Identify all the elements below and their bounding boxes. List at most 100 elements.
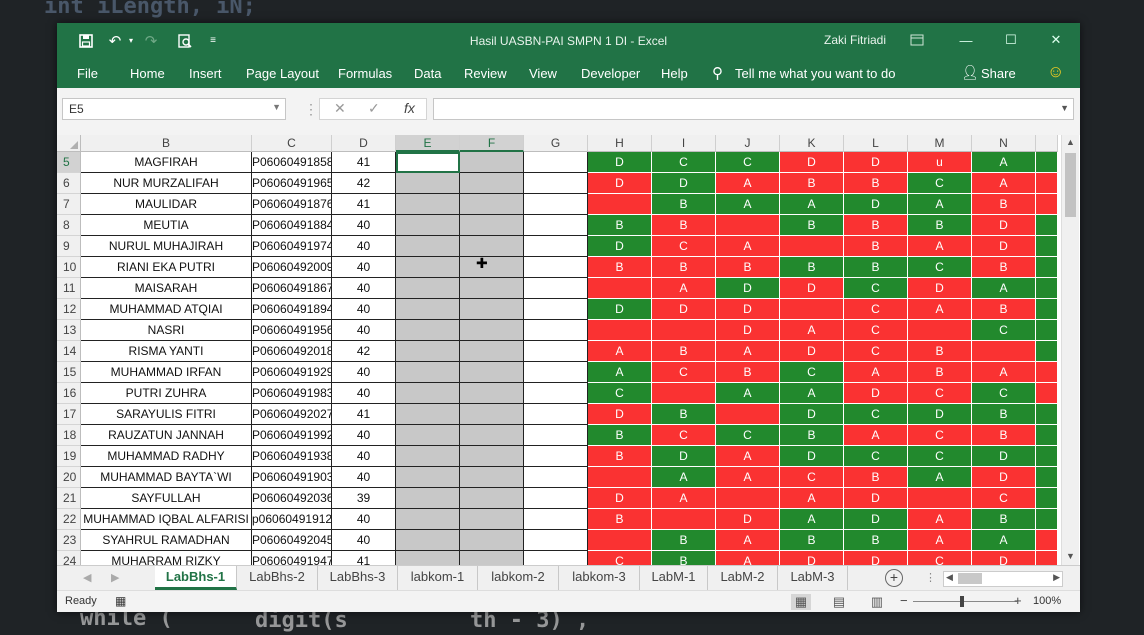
student-name-cell[interactable]: MUHAMMAD BAYTA`WI [81, 467, 252, 488]
answer-cell[interactable]: D [588, 488, 652, 509]
answer-cell[interactable]: B [844, 236, 908, 257]
answer-cell[interactable]: A [716, 530, 780, 551]
row-header[interactable]: 15 [57, 362, 81, 383]
answer-cell[interactable] [716, 215, 780, 236]
answer-cell[interactable]: D [972, 215, 1036, 236]
answer-cell[interactable] [1036, 320, 1058, 341]
column-header[interactable]: K [780, 135, 844, 152]
answer-cell[interactable] [588, 194, 652, 215]
empty-cell[interactable] [460, 215, 524, 236]
student-id-cell[interactable]: P06060491956 [252, 320, 332, 341]
row-header[interactable]: 20 [57, 467, 81, 488]
answer-cell[interactable]: B [716, 257, 780, 278]
answer-cell[interactable]: D [780, 278, 844, 299]
student-id-cell[interactable]: P06060492018 [252, 341, 332, 362]
answer-cell[interactable] [1036, 341, 1058, 362]
answer-cell[interactable]: C [908, 425, 972, 446]
empty-cell[interactable] [396, 530, 460, 551]
column-header[interactable]: B [81, 135, 252, 152]
expand-formula-icon[interactable]: ▼ [1060, 103, 1069, 113]
score-cell[interactable]: 39 [332, 488, 396, 509]
row-header[interactable]: 16 [57, 383, 81, 404]
answer-cell[interactable]: B [972, 299, 1036, 320]
tab-file[interactable]: File [77, 66, 98, 81]
student-name-cell[interactable]: MUHAMMAD IQBAL ALFARISI [81, 509, 252, 530]
scroll-down-icon[interactable]: ▼ [1066, 551, 1075, 561]
scroll-left-icon[interactable]: ◀ [946, 572, 953, 583]
sheet-tab[interactable]: labkom-3 [559, 566, 640, 590]
answer-cell[interactable]: C [652, 236, 716, 257]
row-header[interactable]: 22 [57, 509, 81, 530]
score-cell[interactable]: 40 [332, 320, 396, 341]
answer-cell[interactable]: C [716, 152, 780, 173]
row-header[interactable]: 5 [57, 152, 81, 173]
answer-cell[interactable]: B [588, 509, 652, 530]
answer-cell[interactable] [1036, 215, 1058, 236]
score-cell[interactable]: 40 [332, 467, 396, 488]
answer-cell[interactable]: D [908, 278, 972, 299]
answer-cell[interactable]: D [588, 152, 652, 173]
normal-view-icon[interactable]: ▦ [791, 594, 811, 610]
student-name-cell[interactable]: MAISARAH [81, 278, 252, 299]
student-id-cell[interactable]: P06060491992 [252, 425, 332, 446]
empty-cell[interactable] [460, 383, 524, 404]
score-cell[interactable]: 42 [332, 341, 396, 362]
answer-cell[interactable]: A [972, 530, 1036, 551]
answer-cell[interactable] [780, 236, 844, 257]
score-cell[interactable]: 40 [332, 446, 396, 467]
answer-cell[interactable]: C [844, 404, 908, 425]
answer-cell[interactable] [1036, 383, 1058, 404]
answer-cell[interactable]: C [716, 425, 780, 446]
answer-cell[interactable]: B [780, 173, 844, 194]
student-name-cell[interactable]: NURUL MUHAJIRAH [81, 236, 252, 257]
empty-cell[interactable] [396, 320, 460, 341]
answer-cell[interactable]: B [908, 341, 972, 362]
empty-cell[interactable] [524, 194, 588, 215]
horizontal-scrollbar[interactable]: ◀ ▶ [943, 571, 1063, 587]
student-name-cell[interactable]: MUHAMMAD ATQIAI [81, 299, 252, 320]
score-cell[interactable]: 40 [332, 425, 396, 446]
person-icon[interactable]: 👤︎ [961, 64, 979, 81]
empty-cell[interactable] [460, 362, 524, 383]
answer-cell[interactable]: A [972, 173, 1036, 194]
answer-cell[interactable] [1036, 530, 1058, 551]
score-cell[interactable]: 40 [332, 257, 396, 278]
answer-cell[interactable]: B [780, 215, 844, 236]
column-header[interactable]: I [652, 135, 716, 152]
score-cell[interactable]: 40 [332, 383, 396, 404]
answer-cell[interactable]: D [972, 446, 1036, 467]
select-all-corner[interactable] [57, 135, 81, 152]
score-cell[interactable]: 41 [332, 152, 396, 173]
answer-cell[interactable]: C [652, 425, 716, 446]
empty-cell[interactable] [524, 404, 588, 425]
active-cell[interactable] [396, 152, 460, 173]
tab-developer[interactable]: Developer [581, 66, 640, 81]
score-cell[interactable]: 41 [332, 194, 396, 215]
user-name[interactable]: Zaki Fitriadi [824, 33, 886, 47]
student-name-cell[interactable]: RAUZATUN JANNAH [81, 425, 252, 446]
sheet-tab[interactable]: labkom-1 [398, 566, 478, 590]
empty-cell[interactable] [524, 425, 588, 446]
empty-cell[interactable] [460, 467, 524, 488]
answer-cell[interactable]: A [908, 509, 972, 530]
student-id-cell[interactable]: P06060491965 [252, 173, 332, 194]
student-name-cell[interactable]: SYAHRUL RAMADHAN [81, 530, 252, 551]
macro-record-icon[interactable]: ▦ [115, 594, 126, 608]
answer-cell[interactable]: C [972, 488, 1036, 509]
answer-cell[interactable]: B [972, 425, 1036, 446]
row-header[interactable]: 13 [57, 320, 81, 341]
score-cell[interactable]: 40 [332, 362, 396, 383]
answer-cell[interactable]: A [908, 194, 972, 215]
vertical-scrollbar[interactable]: ▲ ▼ [1061, 135, 1079, 565]
answer-cell[interactable] [1036, 173, 1058, 194]
answer-cell[interactable]: A [844, 362, 908, 383]
row-header[interactable]: 18 [57, 425, 81, 446]
answer-cell[interactable]: D [972, 236, 1036, 257]
answer-cell[interactable] [1036, 467, 1058, 488]
answer-cell[interactable]: B [844, 530, 908, 551]
empty-cell[interactable] [460, 320, 524, 341]
answer-cell[interactable]: D [780, 446, 844, 467]
row-header[interactable]: 14 [57, 341, 81, 362]
student-name-cell[interactable]: RISMA YANTI [81, 341, 252, 362]
empty-cell[interactable] [460, 173, 524, 194]
